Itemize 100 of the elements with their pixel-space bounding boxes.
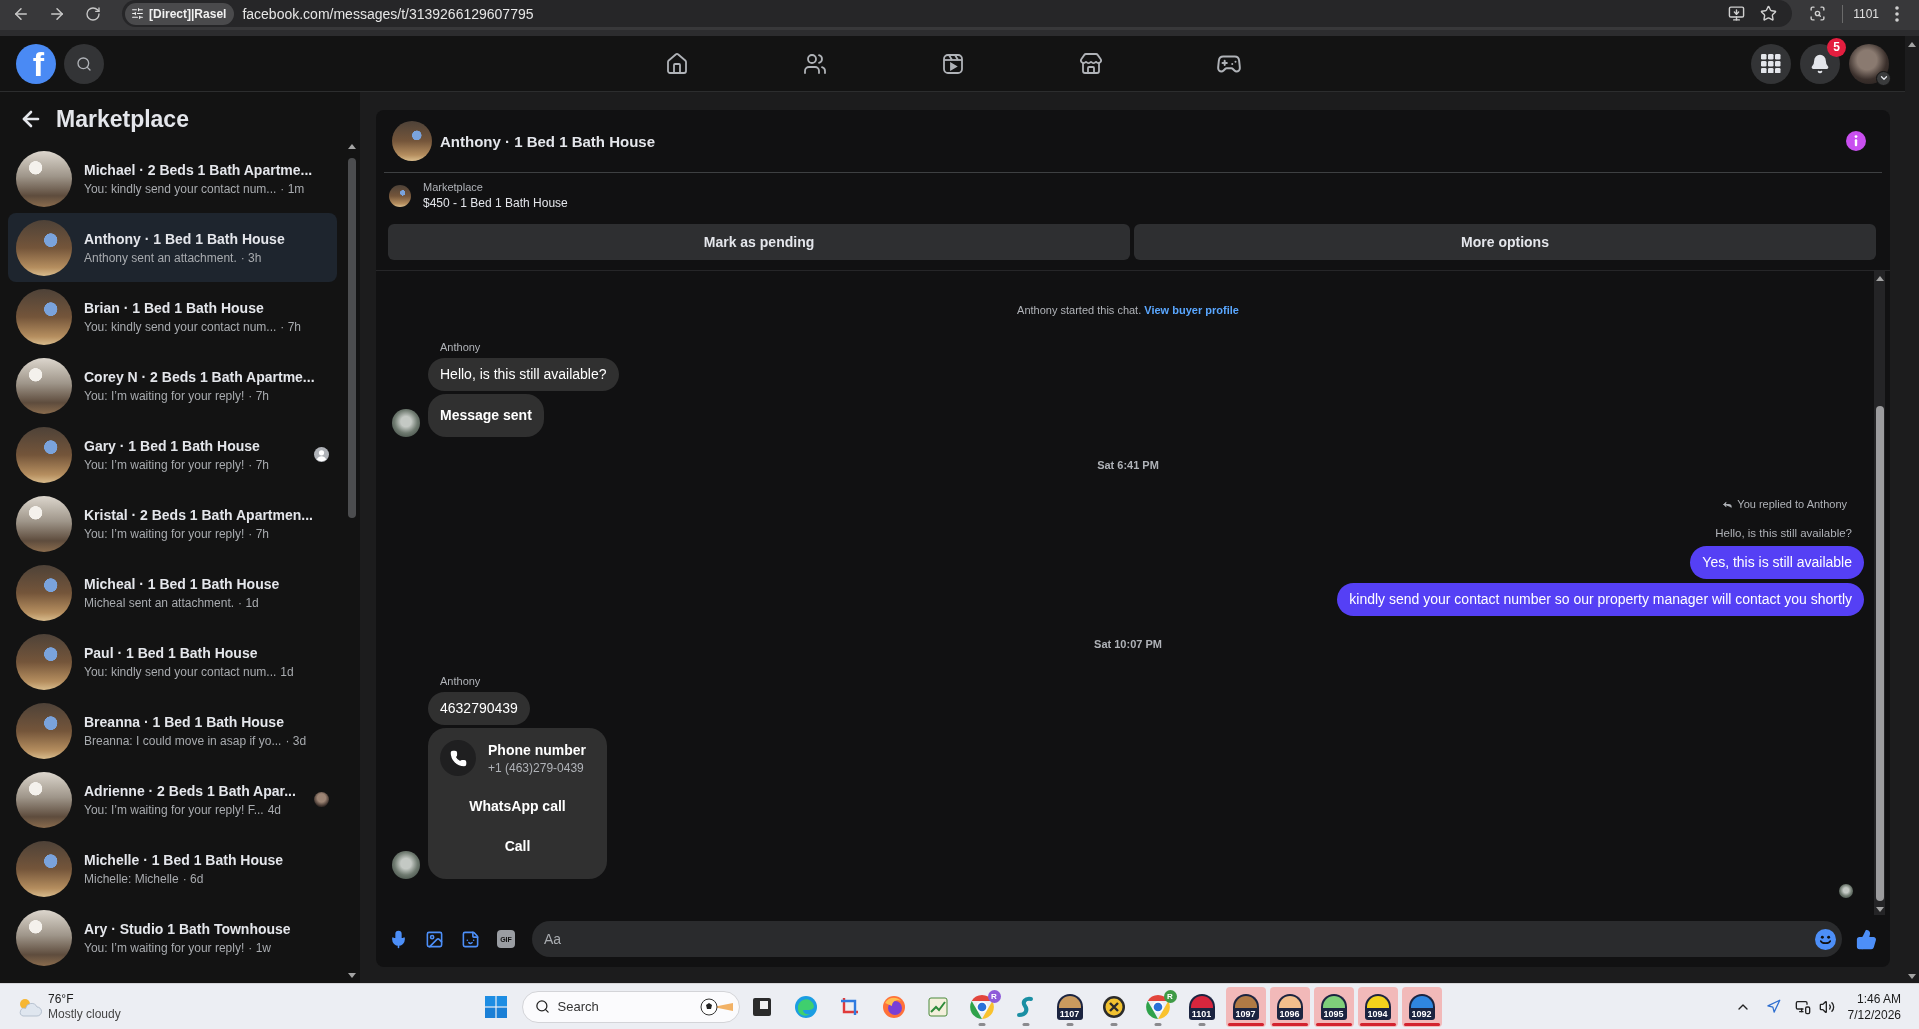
taskbar-app[interactable]: 1101 bbox=[1181, 986, 1222, 1027]
conversation-title: Michelle · 1 Bed 1 Bath House bbox=[84, 851, 285, 868]
weather-condition: Mostly cloudy bbox=[48, 1006, 121, 1022]
time-ago: · 7h bbox=[248, 526, 269, 541]
seen-avatar-photo bbox=[1839, 884, 1853, 898]
reload-icon bbox=[85, 5, 101, 22]
conversation-item[interactable]: Ary · Studio 1 Bath Townhouse You: I’m waiting for your reply! · 1w bbox=[8, 903, 337, 972]
message-field[interactable]: Aa bbox=[532, 921, 1842, 957]
conversation-item[interactable]: Kristal · 2 Beds 1 Bath Apartmen... You: I’m waiting for your reply! · 7h bbox=[8, 489, 337, 558]
taskbar-app[interactable]: 1107 bbox=[1049, 986, 1090, 1027]
clock[interactable]: 1:46 AM 7/12/2026 bbox=[1847, 990, 1901, 1023]
start-logo-icon bbox=[484, 995, 507, 1018]
conversation-title: Paul · 1 Bed 1 Bath House bbox=[84, 644, 259, 661]
listing-photo bbox=[392, 121, 432, 161]
notifications-button[interactable] bbox=[1800, 43, 1840, 84]
address-bar[interactable]: [Direct]|Rasel facebook.com/messages/t/3139266129607795 bbox=[122, 0, 1793, 27]
phone-number: +1 (463)279-0439 bbox=[488, 760, 585, 775]
conversation-title: Kristal · 2 Beds 1 Bath Apartmen... bbox=[84, 506, 314, 523]
message-preview: You: I’m waiting for your reply! bbox=[84, 526, 245, 541]
profile-photo-button[interactable] bbox=[1849, 43, 1889, 84]
conversation-item[interactable]: Corey N · 2 Beds 1 Bath Apartme... You: I’m waiting for your reply! · 7h bbox=[8, 351, 337, 420]
scrollbar[interactable] bbox=[1874, 271, 1885, 915]
time-ago: · 3h bbox=[240, 250, 262, 265]
message-preview: You: kindly send your contact num... bbox=[84, 181, 277, 196]
message-preview: Breanna: I could move in asap if yo... bbox=[84, 733, 282, 748]
message-preview: You: I’m waiting for your reply! F... bbox=[84, 802, 264, 817]
taskbar-app[interactable]: 1094 bbox=[1357, 986, 1398, 1027]
timestamp: Sat 10:07 PM bbox=[1094, 637, 1162, 652]
profile-label[interactable]: 1101 bbox=[1853, 0, 1879, 27]
sender-avatar-photo bbox=[392, 409, 420, 437]
listing-source: Marketplace bbox=[423, 181, 484, 194]
clock-time: 1:46 AM bbox=[1856, 990, 1901, 1007]
contact-action-button[interactable]: WhatsApp call bbox=[440, 788, 595, 824]
taskbar-app[interactable]: R bbox=[1137, 986, 1178, 1027]
conversation-item[interactable]: Michelle · 1 Bed 1 Bath House Michelle: Michelle · 6d bbox=[8, 834, 337, 903]
conversation-item[interactable]: Michael · 2 Beds 1 Bath Apartme... You: kindly send your contact num... · 1m bbox=[8, 144, 337, 213]
time-ago: 4d bbox=[267, 802, 281, 817]
buyer-profile-link[interactable]: View buyer profile bbox=[1144, 304, 1239, 316]
conversation-title: Gary · 1 Bed 1 Bath House bbox=[84, 437, 261, 454]
message-preview: Micheal sent an attachment. bbox=[84, 595, 235, 610]
conversation-title: Adrienne · 2 Beds 1 Bath Apar... bbox=[84, 782, 297, 799]
thumbs-up-icon bbox=[1855, 928, 1877, 950]
conversation-item[interactable]: Paul · 1 Bed 1 Bath House You: kindly send your contact num... 1d bbox=[8, 627, 337, 696]
message-preview: You: I’m waiting for your reply! bbox=[84, 457, 245, 472]
menu-button[interactable] bbox=[1751, 43, 1791, 84]
message-preview: You: kindly send your contact num... bbox=[84, 319, 277, 334]
tricolor-circle-icon bbox=[1144, 993, 1171, 1020]
action-button[interactable]: Mark as pending bbox=[388, 224, 1130, 260]
chat-title: Anthony · 1 Bed 1 Bath House bbox=[440, 132, 656, 150]
notification-count: 5 bbox=[1827, 37, 1846, 57]
listing-title: $450 - 1 Bed 1 Bath House bbox=[423, 196, 568, 211]
tab-search-icon bbox=[1808, 5, 1826, 22]
conversation-item[interactable]: Brian · 1 Bed 1 Bath House You: kindly send your contact num... · 7h bbox=[8, 282, 337, 351]
action-button[interactable]: More options bbox=[1134, 224, 1876, 260]
sender-name: Anthony bbox=[440, 674, 481, 688]
chat-start-notice: Anthony started this chat. View buyer profile bbox=[1017, 303, 1239, 318]
weather-widget[interactable]: 76°F Mostly cloudy bbox=[0, 991, 476, 1022]
search-button[interactable] bbox=[64, 43, 104, 84]
flame-globe-icon bbox=[881, 994, 906, 1019]
taskbar-app[interactable]: 1095 bbox=[1313, 986, 1354, 1027]
conversation-title: Breanna · 1 Bed 1 Bath House bbox=[84, 713, 285, 730]
emoji-button[interactable] bbox=[1814, 928, 1836, 950]
monitor-download-icon bbox=[1727, 5, 1745, 22]
message-bubble: Hello, is this still available? bbox=[428, 358, 619, 391]
profile-badge: R bbox=[987, 989, 1001, 1003]
time-ago: · 1d bbox=[238, 595, 259, 610]
reply-note: You replied to Anthony bbox=[1737, 497, 1847, 512]
conversation-title: Micheal · 1 Bed 1 Bath House bbox=[84, 575, 281, 592]
profile-badge: R bbox=[1163, 989, 1177, 1003]
site-info-chip[interactable]: [Direct]|Rasel bbox=[125, 2, 235, 25]
message-bubble: Yes, this is still available bbox=[1690, 546, 1864, 579]
conversation-item[interactable]: Adrienne · 2 Beds 1 Bath Apar... You: I’m waiting for your reply! F... 4d bbox=[8, 765, 337, 834]
info-button[interactable] bbox=[1845, 130, 1867, 152]
time-ago: · 1m bbox=[280, 181, 305, 196]
taskbar-app[interactable]: R bbox=[961, 986, 1002, 1027]
time-ago: · 7h bbox=[248, 457, 269, 472]
conversation-item[interactable]: Breanna · 1 Bed 1 Bath House Breanna: I could move in asap if yo... · 3d bbox=[8, 696, 337, 765]
video-icon bbox=[940, 51, 965, 76]
contact-title: Phone number bbox=[488, 741, 586, 758]
conversation-title: Brian · 1 Bed 1 Bath House bbox=[84, 299, 265, 316]
conversation-item[interactable]: Gary · 1 Bed 1 Bath House You: I’m waiting for your reply! · 7h bbox=[8, 420, 337, 489]
taskbar-app[interactable]: 1092 bbox=[1401, 986, 1442, 1027]
conversation-item[interactable]: Anthony · 1 Bed 1 Bath House Anthony sent an attachment. · 3h bbox=[8, 213, 337, 282]
chart-app-icon bbox=[926, 995, 949, 1018]
conversation-item[interactable]: Micheal · 1 Bed 1 Bath House Micheal sent an attachment. · 1d bbox=[8, 558, 337, 627]
url-text: facebook.com/messages/t/3139266129607795 bbox=[242, 5, 534, 22]
contact-action-button[interactable]: Call bbox=[440, 828, 595, 864]
swirl-icon bbox=[793, 994, 818, 1019]
people-icon bbox=[802, 51, 827, 76]
message-preview: Anthony sent an attachment. bbox=[84, 250, 237, 265]
conversation-title: Corey N · 2 Beds 1 Bath Apartme... bbox=[84, 368, 316, 385]
taskbar-app[interactable]: 1097 bbox=[1225, 986, 1266, 1027]
taskbar-search-field[interactable]: Search bbox=[521, 990, 740, 1023]
star-icon bbox=[1759, 5, 1777, 22]
reply-icon bbox=[1722, 499, 1734, 510]
sticker-icon bbox=[460, 929, 480, 949]
emoji-icon bbox=[1814, 928, 1836, 950]
image-icon bbox=[424, 929, 444, 949]
kebab-menu-icon bbox=[1895, 5, 1899, 22]
taskbar-app[interactable]: 1096 bbox=[1269, 986, 1310, 1027]
